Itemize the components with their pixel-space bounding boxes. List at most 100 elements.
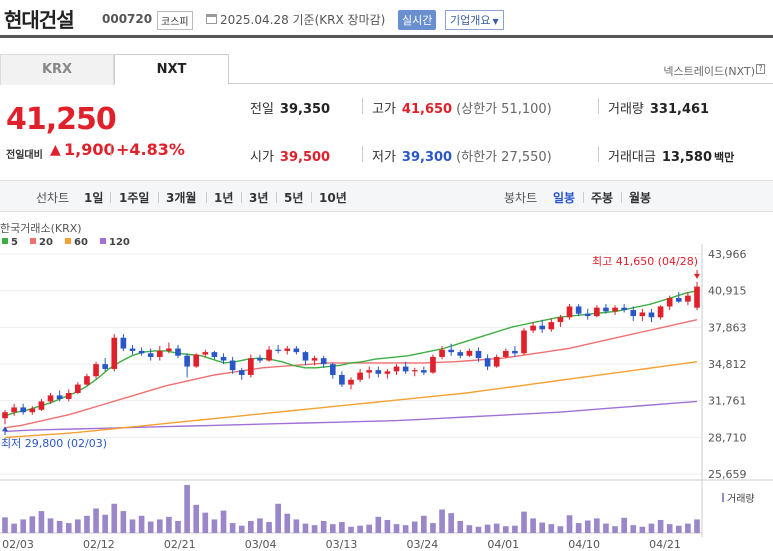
period-1y[interactable]: 1년	[214, 189, 233, 206]
volume-bar	[484, 524, 491, 533]
candle-weekly[interactable]: 주봉	[591, 189, 613, 206]
volume-bar	[448, 513, 454, 533]
help-icon[interactable]: ?	[756, 64, 765, 74]
period-1w[interactable]: 1주일	[119, 189, 149, 206]
ma60-line	[4, 361, 698, 439]
candle-daily[interactable]: 일봉	[553, 189, 575, 206]
volume-bar	[257, 518, 263, 533]
exchange-tabs: KRX NXT	[0, 54, 773, 85]
volume-bar	[393, 524, 400, 533]
market-badge: 코스피	[157, 11, 193, 30]
candle-body	[339, 374, 345, 385]
candle-body	[84, 376, 90, 385]
divider	[158, 192, 159, 203]
candle-body	[630, 310, 637, 317]
candle-body	[457, 352, 464, 356]
period-1d[interactable]: 1일	[84, 189, 103, 206]
volume-bar	[421, 515, 427, 533]
candle-body	[284, 348, 291, 351]
nxt-link[interactable]: 넥스트레이드(NXT)	[663, 63, 755, 79]
metric-low: 저가 39,300 (하한가 27,550)	[372, 146, 552, 165]
change-value: 1,900	[64, 140, 115, 159]
y-tick-label: 37,863	[708, 321, 747, 334]
candle-body	[329, 364, 336, 375]
line-chart-title[interactable]: 선차트	[36, 189, 69, 206]
legend-label: 20	[39, 237, 53, 248]
candle-body	[539, 325, 546, 330]
candle-body	[220, 356, 227, 361]
volume-bar	[648, 523, 655, 533]
stock-chart[interactable]: 43,966 40,915 37,863 34,812 31,761 28,710 25,6…	[0, 215, 773, 551]
candlestick-chart[interactable]: 43,966 40,915 37,863 34,812 31,761 28,710 25,6…	[0, 215, 773, 551]
candle-body	[102, 364, 108, 369]
tab-krx[interactable]: KRX	[0, 54, 114, 85]
change-label: 전일대비	[6, 150, 43, 161]
candle-body	[502, 350, 509, 357]
candle-body	[621, 307, 627, 311]
volume-bar	[375, 516, 382, 533]
divider	[362, 98, 363, 114]
x-tick-label: 03/24	[407, 538, 439, 551]
candle-body	[530, 325, 536, 331]
metric-label: 고가	[372, 102, 396, 117]
divider	[621, 192, 622, 203]
divider	[583, 192, 584, 203]
base-date: 2025.04.28 기준(KRX 장마감)	[220, 13, 386, 27]
volume-bar	[557, 526, 564, 533]
candle-body	[648, 312, 655, 318]
candle-body	[439, 349, 445, 357]
volume-bar	[430, 523, 436, 533]
current-price: 41,250	[6, 102, 117, 137]
period-5y[interactable]: 5년	[284, 189, 303, 206]
candle-body	[166, 348, 172, 351]
company-info-label: 기업개요	[450, 14, 491, 27]
volume-bar	[675, 525, 682, 533]
volume-bar	[384, 519, 391, 533]
candle-body	[193, 354, 200, 367]
candle-chart-title[interactable]: 봉차트	[504, 189, 537, 206]
volume-bar	[685, 523, 691, 533]
calendar-icon	[206, 14, 217, 24]
candle-body	[29, 408, 36, 413]
volume-bar	[175, 521, 181, 533]
volume-bar	[120, 511, 127, 533]
volume-bar	[402, 525, 409, 533]
metric-trade-amount: 거래대금 13,580 백만	[608, 146, 734, 165]
ma5-line	[4, 290, 698, 417]
volume-bar	[275, 503, 281, 533]
candle-monthly[interactable]: 월봉	[629, 189, 651, 206]
candle-body	[248, 358, 254, 375]
volume-bar	[666, 524, 673, 533]
volume-bar	[339, 522, 345, 533]
volume-bar	[166, 516, 172, 533]
candle-body	[211, 352, 218, 357]
company-name: 현대건설	[4, 8, 75, 32]
volume-bar	[238, 525, 245, 533]
metric-value: 331,461	[649, 102, 710, 117]
candle-body	[320, 358, 327, 365]
metric-label: 저가	[372, 150, 396, 165]
metric-value: 41,650	[401, 102, 453, 117]
period-3y[interactable]: 3년	[249, 189, 268, 206]
realtime-button[interactable]: 실시간	[398, 10, 437, 30]
candle-body	[675, 298, 682, 302]
divider	[598, 98, 599, 114]
metric-value: 39,500	[279, 150, 331, 165]
y-tick-label: 28,710	[708, 431, 747, 444]
candle-body	[311, 358, 318, 361]
x-tick-label: 03/13	[326, 538, 358, 551]
x-tick-label: 02/21	[164, 538, 196, 551]
volume-bar	[539, 522, 546, 533]
candle-body	[466, 350, 473, 356]
candle-body	[393, 366, 400, 372]
candle-body	[266, 349, 272, 361]
volume-bar	[475, 526, 482, 533]
company-info-button[interactable]: 기업개요 ▼	[445, 10, 504, 30]
period-3m[interactable]: 3개월	[166, 189, 196, 206]
tab-nxt[interactable]: NXT	[114, 54, 229, 85]
volume-bar	[302, 523, 309, 533]
candle-body	[56, 395, 63, 400]
candle-body	[275, 349, 281, 351]
high-annotation: 최고 41,650 (04/28)	[592, 255, 698, 268]
period-10y[interactable]: 10년	[319, 189, 347, 206]
